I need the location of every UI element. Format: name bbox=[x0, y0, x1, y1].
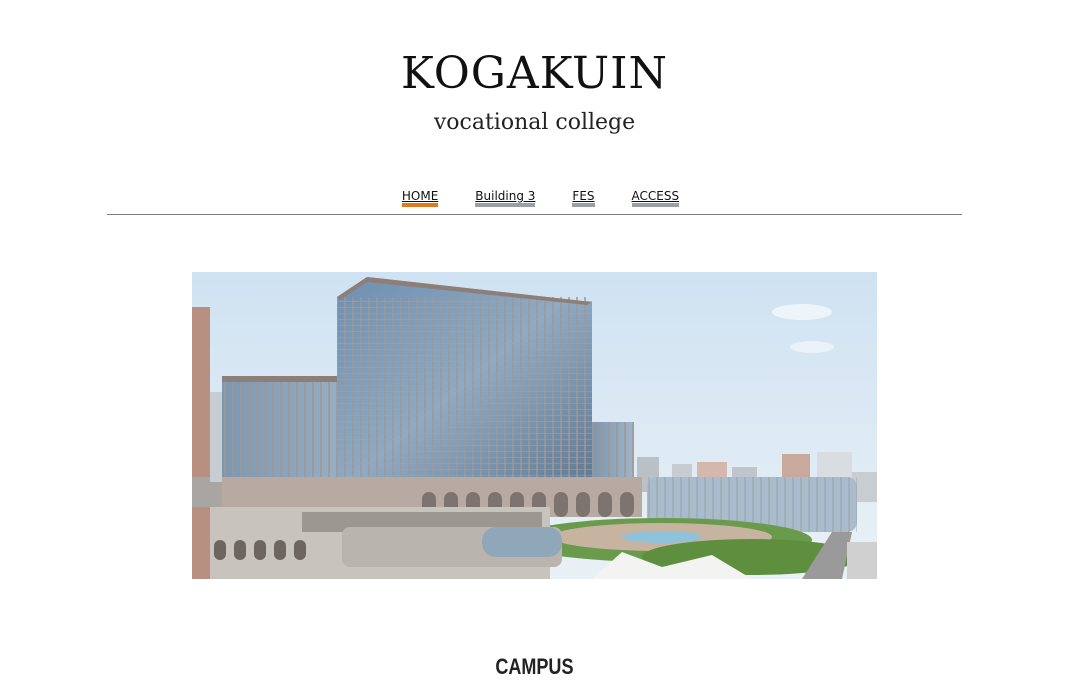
nav-building-3[interactable]: Building 3 bbox=[475, 189, 536, 207]
nav-fes-indicator bbox=[572, 203, 595, 207]
site-title: KOGAKUIN bbox=[401, 48, 668, 99]
nav-access[interactable]: ACCESS bbox=[631, 189, 680, 207]
site-subtitle: vocational college bbox=[433, 110, 636, 135]
nav-fes-label: FES bbox=[572, 189, 595, 203]
nav-home[interactable]: HOME bbox=[401, 189, 439, 207]
header-divider bbox=[107, 214, 962, 215]
site-header: KOGAKUIN vocational college HOME Buildin… bbox=[0, 0, 1069, 215]
nav-access-label: ACCESS bbox=[631, 189, 680, 203]
nav-home-label: HOME bbox=[401, 189, 439, 203]
section-title-campus: CAMPUS bbox=[495, 654, 574, 680]
hero-campus-photo bbox=[192, 272, 877, 579]
nav-building-3-label: Building 3 bbox=[475, 189, 536, 203]
nav-access-indicator bbox=[631, 203, 680, 207]
nav-building-3-indicator bbox=[475, 203, 536, 207]
main-nav: HOME Building 3 FES ACCESS bbox=[0, 189, 1069, 207]
nav-home-indicator bbox=[401, 203, 439, 207]
nav-fes[interactable]: FES bbox=[572, 189, 595, 207]
